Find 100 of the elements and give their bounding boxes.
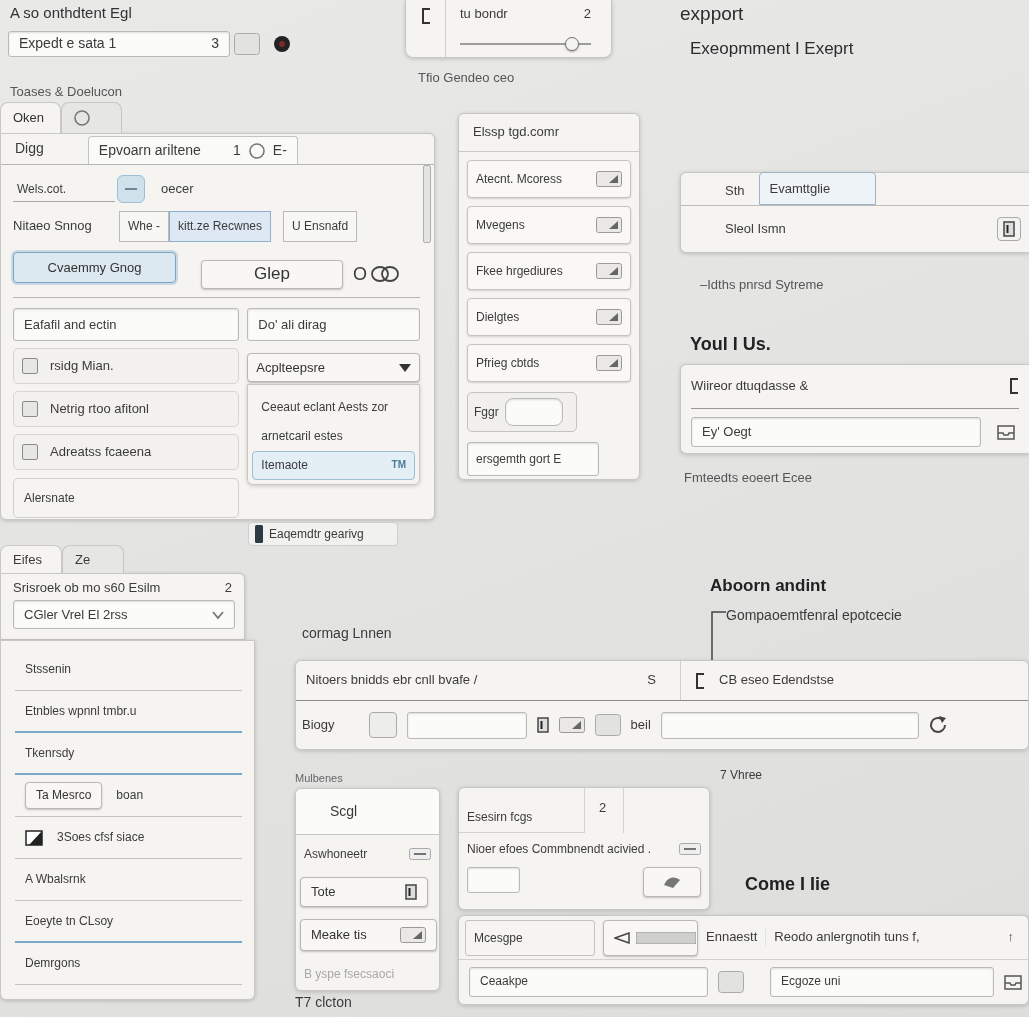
page-icon — [1003, 221, 1015, 237]
page-title: A so onthdtent Egl — [10, 4, 133, 23]
action-button[interactable]: Glep — [201, 260, 343, 289]
page-icon[interactable] — [536, 717, 549, 733]
list-item[interactable]: Ta Mesrco boan — [15, 775, 242, 817]
link-icon[interactable] — [371, 266, 399, 282]
caption-text: –Idths pnrsd Sytreme — [700, 277, 825, 294]
tile-icon — [400, 927, 426, 943]
tile-icon — [596, 217, 622, 233]
list-item[interactable]: Pfrieg cbtds — [467, 344, 631, 382]
item-label: 3Soes cfsf siace — [57, 830, 145, 845]
caret-icon — [399, 363, 411, 372]
text-field[interactable]: Ceaakpe — [469, 967, 708, 997]
flag-button[interactable] — [603, 919, 698, 956]
text-field[interactable]: Eafafil and ectin — [13, 308, 240, 341]
tab[interactable]: Esesirn fcgs — [459, 788, 584, 833]
brush-button[interactable] — [643, 867, 701, 897]
list-item[interactable]: Etnbles wpnnl tmbr.u — [15, 691, 242, 733]
list-item[interactable]: 3Soes cfsf siace — [15, 817, 242, 859]
checkbox[interactable] — [22, 444, 38, 460]
list-item[interactable]: Stssenin — [15, 649, 242, 691]
list-item[interactable]: Tkenrsdy — [15, 733, 242, 775]
tab[interactable]: Sth — [711, 176, 759, 205]
square-icon[interactable] — [234, 32, 260, 55]
count-label: 1 — [233, 141, 241, 160]
minus-icon[interactable] — [409, 848, 431, 860]
header-button[interactable]: Scgl — [296, 789, 439, 835]
description-text: Reodo anlergnotih tuns f, — [765, 929, 1000, 946]
square-icon[interactable] — [594, 714, 621, 736]
square-icon[interactable] — [717, 971, 744, 993]
text-field[interactable]: Do' ali dirag — [247, 308, 420, 341]
text-field[interactable]: Ey' Oegt — [691, 416, 981, 447]
chevron-down-icon — [212, 610, 224, 619]
segment-tab[interactable]: Whe - — [119, 211, 169, 242]
tab[interactable]: Epvoarn ariltene 1 E- — [87, 136, 298, 164]
note-text: Gompaoemtfenral epotcecie — [726, 607, 902, 625]
text-field[interactable]: ersgemth gort E — [467, 442, 599, 476]
status-text: Ennaestt — [706, 929, 758, 946]
segment-tab[interactable]: U Ensnafd — [283, 211, 358, 242]
input-field[interactable] — [467, 867, 520, 893]
tab[interactable]: Evamttglie — [758, 172, 876, 205]
count-label: 3 — [211, 35, 219, 53]
heading: Aboorn andint — [710, 575, 828, 596]
text-field[interactable]: Expedt e sata 1 3 — [8, 30, 230, 57]
menu-item[interactable]: Ceeaut eclant Aests zor — [252, 393, 415, 422]
segment-tab[interactable]: kitt.ze Recwnes — [169, 211, 272, 242]
tray-icon[interactable] — [1004, 974, 1022, 990]
field-label: Wels.cot. — [13, 176, 115, 202]
checkbox[interactable] — [117, 175, 145, 203]
menu-item[interactable]: Itemaote TM — [252, 451, 415, 480]
circle-icon — [248, 142, 265, 159]
list-item[interactable]: Eoeyte tn CLsoy — [15, 901, 242, 943]
list-item[interactable]: A Wbalsrnk — [15, 859, 242, 901]
refresh-icon[interactable] — [928, 716, 947, 734]
input-field[interactable] — [406, 711, 527, 739]
list-item[interactable]: Alersnate — [13, 478, 240, 518]
text-field[interactable]: Ecgoze uni — [769, 967, 994, 997]
count-label: S — [647, 672, 656, 689]
tab[interactable]: Oken — [0, 102, 61, 133]
caption-text: Tfio Gendeo ceo — [417, 70, 516, 87]
arrow-label[interactable]: ↑ — [1007, 929, 1022, 946]
checkbox[interactable] — [22, 358, 38, 374]
dot-icon — [274, 35, 290, 52]
dropdown[interactable]: Acplteepsre — [247, 353, 420, 382]
input-field[interactable] — [660, 711, 919, 739]
list-item[interactable]: Fkee hrgediures — [467, 252, 631, 290]
caption-text: cormag Lnnen — [302, 625, 392, 641]
bracket-icon[interactable] — [1009, 378, 1019, 395]
select-field[interactable]: CGler Vrel El 2rss — [13, 600, 235, 630]
checkbox[interactable] — [22, 401, 38, 417]
menu-item[interactable]: arnetcaril estes — [252, 422, 415, 451]
list-item[interactable]: Mvegens — [467, 206, 631, 244]
half-square-icon — [25, 829, 43, 846]
action-button[interactable]: Meake tis — [300, 919, 437, 951]
action-button[interactable]: Ta Mesrco — [25, 782, 103, 809]
action-button[interactable]: Tote — [300, 877, 428, 907]
tray-icon[interactable] — [997, 423, 1015, 440]
tab[interactable]: Digg — [1, 132, 58, 164]
tab[interactable]: Ze — [62, 545, 124, 573]
tile-icon[interactable] — [558, 717, 585, 733]
checkbox[interactable] — [368, 712, 397, 738]
page-button[interactable] — [997, 217, 1021, 241]
action-button[interactable]: Cvaemmy Gnog — [13, 252, 176, 283]
tab[interactable] — [61, 102, 122, 133]
scrollbar[interactable] — [423, 165, 431, 243]
input-field[interactable] — [504, 398, 563, 426]
heading: Youl I Us. — [690, 333, 772, 356]
flag-icon — [614, 931, 630, 944]
list-item[interactable]: Dielgtes — [467, 298, 631, 336]
shortcut-label: E- — [272, 141, 287, 160]
list-item[interactable]: Atecnt. Mcoress — [467, 160, 631, 198]
tile-icon — [596, 309, 622, 325]
slider-thumb[interactable] — [565, 37, 580, 51]
minus-icon[interactable] — [679, 843, 701, 855]
list-item[interactable]: Demrgons — [15, 943, 242, 985]
connector-line — [710, 610, 726, 660]
field-label: Nitaeo Snnog — [13, 218, 93, 235]
shortcut-label: TM — [391, 459, 406, 472]
menu-item[interactable]: Eaqemdtr gearivg — [248, 522, 398, 546]
tab[interactable]: Eifes — [0, 545, 62, 573]
